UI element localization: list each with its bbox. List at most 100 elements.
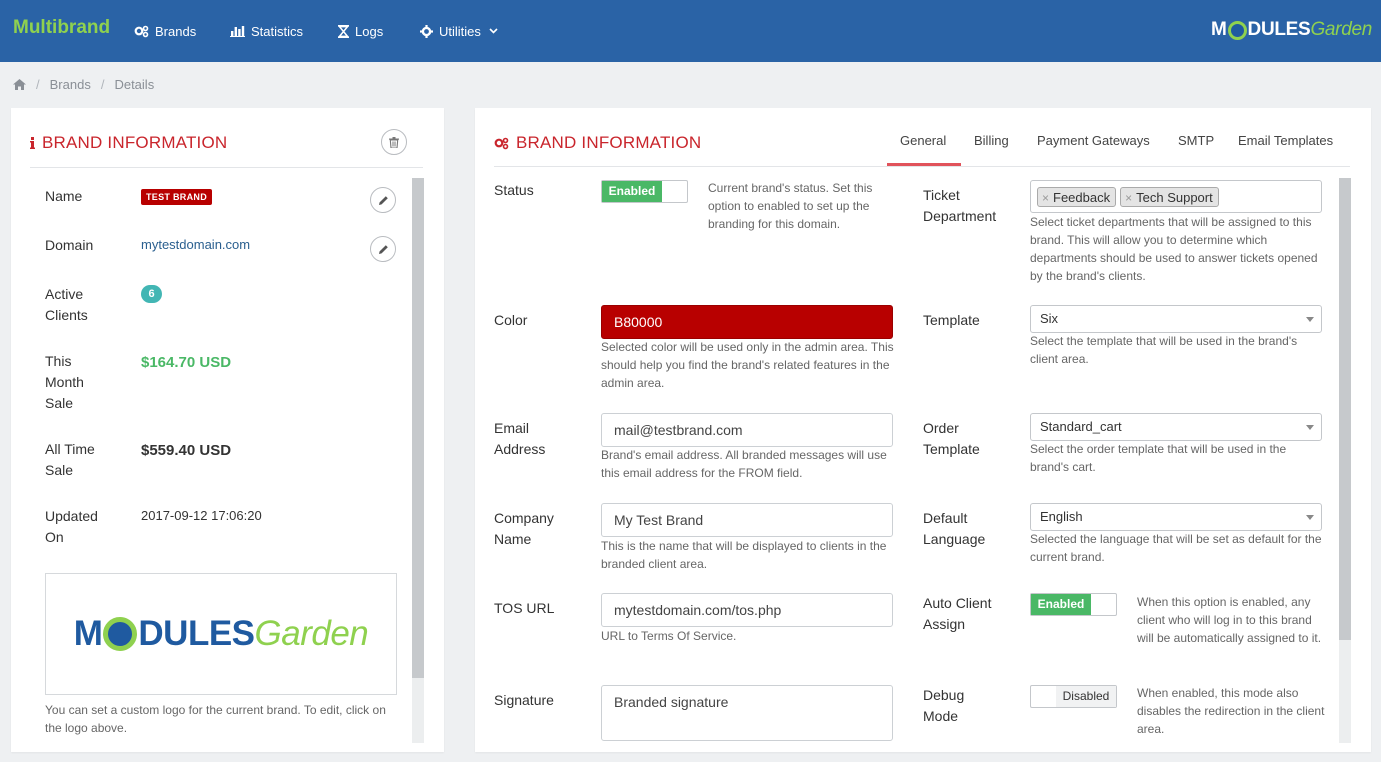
active-clients-badge: 6 — [141, 285, 162, 303]
tag-label: Feedback — [1053, 190, 1111, 205]
breadcrumb-separator: / — [36, 77, 40, 92]
brand-logo[interactable]: M DULES Garden — [45, 573, 397, 695]
tab-payment-gateways[interactable]: Payment Gateways — [1037, 133, 1150, 148]
logo-help-text: You can set a custom logo for the curren… — [45, 703, 386, 735]
hourglass-icon — [338, 24, 349, 38]
name-label: Name — [45, 188, 83, 204]
email-field[interactable]: mail@testbrand.com — [601, 413, 893, 447]
active-clients-label: Active Clients — [45, 284, 88, 326]
tab-smtp[interactable]: SMTP — [1178, 133, 1214, 148]
language-help: Selected the language that will be set a… — [1030, 532, 1322, 564]
tabs-divider — [494, 166, 1350, 167]
panel-title: BRAND INFORMATION — [494, 133, 701, 153]
name-value: TEST BRAND — [141, 188, 212, 205]
top-navbar: Multibrand Brands Statistics Logs Utilit… — [0, 0, 1381, 62]
right-title-text: BRAND INFORMATION — [516, 133, 702, 152]
auto-assign-label: Auto Client Assign — [923, 593, 991, 635]
divider — [30, 167, 423, 168]
tag-label: Tech Support — [1136, 190, 1213, 205]
trash-icon — [389, 136, 399, 148]
month-sale-label-line2: Month — [45, 374, 84, 390]
breadcrumb-separator: / — [100, 77, 105, 92]
gears-icon — [494, 137, 509, 149]
alltime-sale-value: $559.40 USD — [141, 442, 232, 459]
remove-tag-icon[interactable]: × — [1042, 191, 1049, 205]
nav-statistics[interactable]: Statistics — [230, 22, 303, 40]
tab-general[interactable]: General — [900, 133, 946, 148]
tab-billing[interactable]: Billing — [974, 133, 1009, 148]
scrollbar-thumb[interactable] — [412, 178, 424, 678]
delete-brand-button[interactable] — [381, 129, 407, 155]
order-template-select-value: Standard_cart — [1040, 419, 1122, 434]
status-help: Current brand's status. Set this option … — [708, 181, 873, 231]
alltime-sale-label-line1: All Time — [45, 441, 95, 457]
left-title-text: BRAND INFORMATION — [42, 133, 228, 152]
tag-feedback: × Feedback — [1037, 187, 1117, 207]
debug-mode-toggle[interactable]: Disabled — [1030, 685, 1117, 708]
tos-help: URL to Terms Of Service. — [601, 629, 737, 643]
logo-dules: DULES — [138, 614, 255, 653]
ticket-label-line2: Department — [923, 208, 997, 224]
globe-icon — [1227, 20, 1247, 40]
nav-brands[interactable]: Brands — [134, 22, 196, 40]
home-icon[interactable] — [13, 79, 26, 90]
domain-value[interactable]: mytestdomain.com — [141, 237, 250, 252]
scrollbar[interactable] — [1339, 178, 1351, 743]
nav-logs-label: Logs — [355, 23, 384, 39]
tab-email-templates[interactable]: Email Templates — [1238, 133, 1333, 148]
language-label-line1: Default — [923, 510, 968, 526]
logo-garden: Garden — [254, 614, 369, 653]
order-template-label: Order Template — [923, 418, 980, 460]
company-name-field[interactable]: My Test Brand — [601, 503, 893, 537]
template-select-value: Six — [1040, 311, 1059, 326]
tag-tech-support: × Tech Support — [1120, 187, 1219, 207]
ticket-label-line1: Ticket — [923, 187, 960, 203]
company-label-line2: Name — [494, 531, 532, 547]
debug-label-line1: Debug — [923, 687, 965, 703]
breadcrumb-brands[interactable]: Brands — [50, 77, 91, 92]
pencil-icon — [378, 244, 388, 254]
auto-assign-toggle[interactable]: Enabled — [1030, 593, 1117, 616]
auto-assign-toggle-state: Enabled — [1031, 594, 1091, 615]
nav-logs[interactable]: Logs — [338, 22, 383, 40]
tab-active-indicator — [887, 163, 961, 166]
brand-settings-panel: BRAND INFORMATION General Billing Paymen… — [475, 108, 1371, 752]
debug-mode-label: Debug Mode — [923, 685, 964, 727]
language-select-value: English — [1040, 509, 1083, 524]
pencil-icon — [378, 195, 388, 205]
month-sale-label-line3: Sale — [45, 395, 74, 411]
template-select[interactable]: Six — [1030, 305, 1322, 333]
language-label-line2: Language — [923, 531, 986, 547]
nav-utilities[interactable]: Utilities — [420, 22, 498, 40]
ticket-department-label: Ticket Department — [923, 185, 996, 227]
debug-toggle-state: Disabled — [1056, 686, 1116, 707]
breadcrumb: / Brands / Details — [13, 77, 154, 92]
ticket-help: Select ticket departments that will be a… — [1030, 215, 1318, 283]
ticket-department-multiselect[interactable]: × Feedback × Tech Support — [1030, 180, 1322, 213]
language-select[interactable]: English — [1030, 503, 1322, 531]
order-template-select[interactable]: Standard_cart — [1030, 413, 1322, 441]
tos-url-field[interactable]: mytestdomain.com/tos.php — [601, 593, 893, 627]
domain-label: Domain — [45, 237, 94, 253]
scrollbar[interactable] — [412, 178, 424, 743]
chevron-down-icon — [489, 28, 498, 34]
edit-domain-button[interactable] — [370, 236, 396, 262]
edit-name-button[interactable] — [370, 187, 396, 213]
month-sale-label-line1: This — [45, 353, 72, 369]
caret-down-icon — [1306, 515, 1314, 520]
logo-letter-m: M — [1211, 19, 1227, 40]
status-toggle[interactable]: Enabled — [601, 180, 688, 203]
caret-down-icon — [1306, 317, 1314, 322]
modulesgarden-logo[interactable]: M DULES Garden — [1211, 16, 1372, 44]
debug-help: When enabled, this mode also disables th… — [1137, 686, 1325, 736]
nav-statistics-label: Statistics — [251, 23, 304, 39]
template-help: Select the template that will be used in… — [1030, 334, 1298, 366]
color-input[interactable]: B80000 — [601, 305, 893, 339]
scrollbar-thumb[interactable] — [1339, 178, 1351, 640]
active-clients-label-line2: Clients — [45, 307, 88, 323]
app-title[interactable]: Multibrand — [13, 17, 110, 39]
remove-tag-icon[interactable]: × — [1125, 191, 1132, 205]
breadcrumb-details: Details — [114, 77, 155, 92]
email-label: Email Address — [494, 418, 545, 460]
signature-textarea[interactable]: Branded signature — [601, 685, 893, 741]
